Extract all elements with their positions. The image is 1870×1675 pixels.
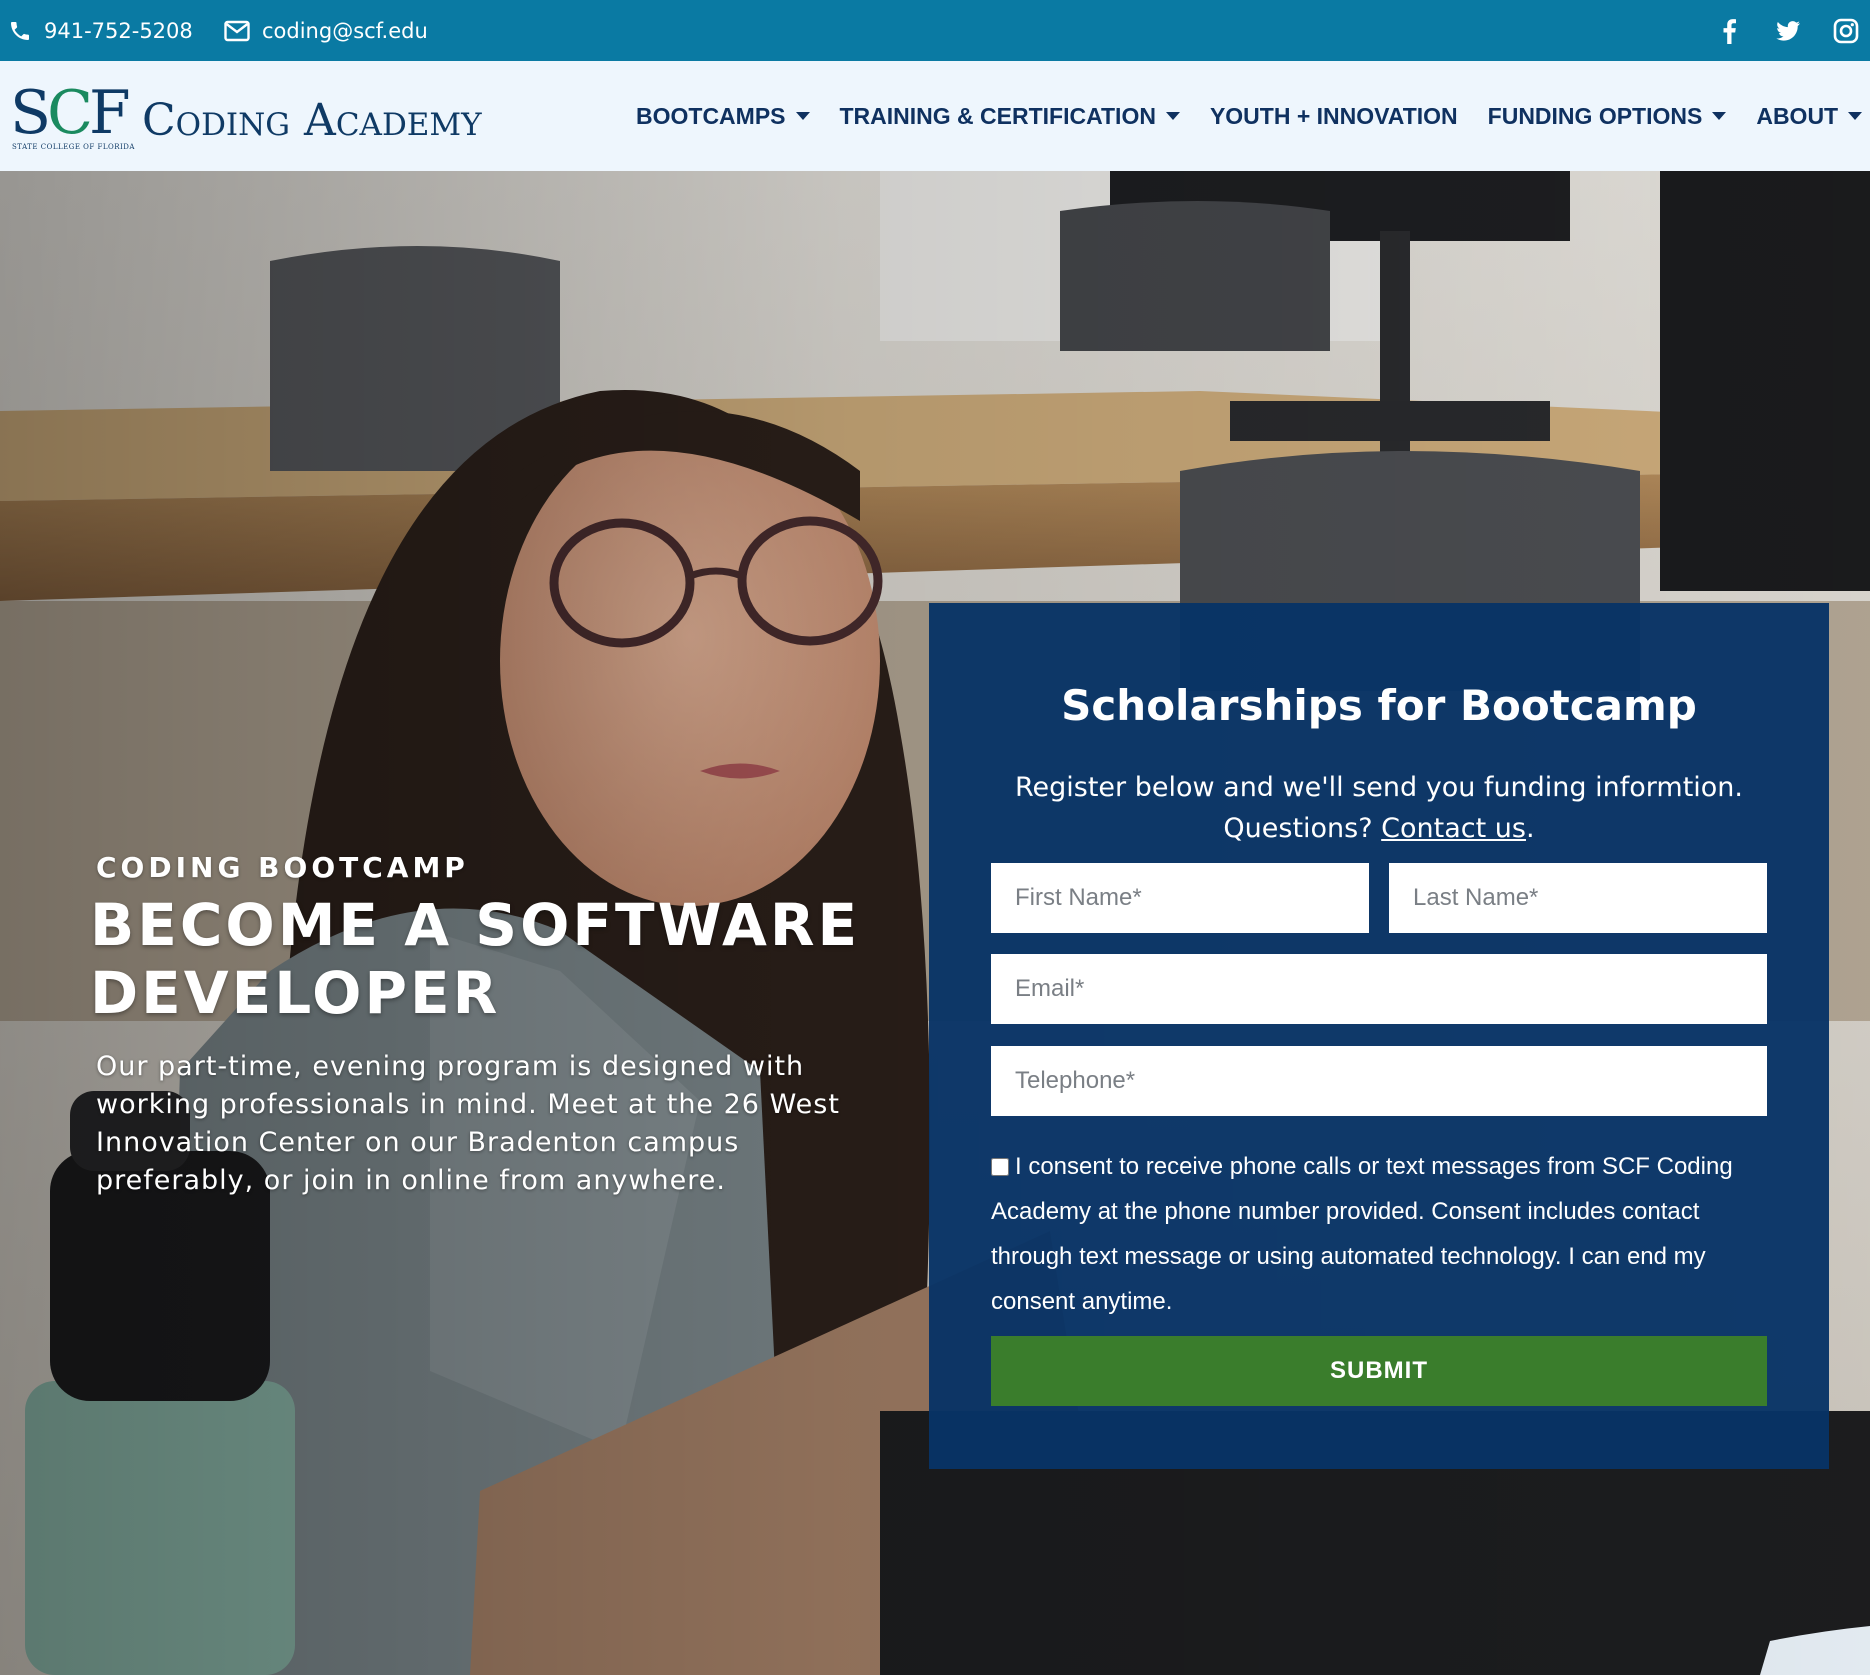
contact-us-link[interactable]: Contact us bbox=[1381, 813, 1526, 844]
main-nav: BOOTCAMPS TRAINING & CERTIFICATION YOUTH… bbox=[636, 61, 1870, 171]
caret-down-icon bbox=[795, 112, 810, 120]
caret-down-icon bbox=[1165, 112, 1180, 120]
envelope-icon bbox=[224, 20, 250, 42]
last-name-input[interactable] bbox=[1389, 863, 1767, 933]
nav-bootcamps[interactable]: BOOTCAMPS bbox=[636, 103, 810, 130]
logo-subtitle: STATE COLLEGE OF FLORIDA bbox=[12, 143, 135, 151]
phone-icon bbox=[8, 19, 32, 43]
instagram-icon[interactable] bbox=[1832, 17, 1860, 45]
consent-text: I consent to receive phone calls or text… bbox=[991, 1153, 1733, 1315]
social-links bbox=[1716, 0, 1860, 61]
scholarship-form-panel: Scholarships for Bootcamp Register below… bbox=[929, 603, 1829, 1469]
hero-description: Our part-time, evening program is design… bbox=[96, 1051, 840, 1196]
hero-eyebrow: CODING BOOTCAMP bbox=[96, 851, 469, 884]
form-subtitle: Register below and we'll send you fundin… bbox=[929, 767, 1829, 849]
nav-about[interactable]: ABOUT bbox=[1756, 102, 1863, 130]
nav-label: ABOUT bbox=[1756, 102, 1839, 129]
nav-funding-options[interactable]: FUNDING OPTIONS bbox=[1488, 103, 1727, 130]
form-subtitle-line2: Questions? Contact us. bbox=[929, 808, 1829, 849]
email-address: coding@scf.edu bbox=[262, 18, 428, 43]
caret-down-icon bbox=[1712, 112, 1727, 120]
phone-contact[interactable]: 941-752-5208 bbox=[8, 0, 193, 61]
subtitle-period: . bbox=[1525, 813, 1535, 844]
nav-label: YOUTH + INNOVATION bbox=[1209, 102, 1458, 129]
consent-checkbox[interactable] bbox=[991, 1158, 1009, 1176]
email-contact[interactable]: coding@scf.edu bbox=[224, 0, 428, 61]
email-input[interactable] bbox=[991, 954, 1767, 1024]
top-bar: 941-752-5208 coding@scf.edu bbox=[0, 0, 1870, 61]
nav-label: FUNDING OPTIONS bbox=[1487, 102, 1703, 129]
logo-mark: SCF bbox=[10, 78, 131, 148]
hero-headline: BECOME A SOFTWARE DEVELOPER bbox=[90, 891, 861, 1027]
form-subtitle-line1: Register below and we'll send you fundin… bbox=[1014, 772, 1744, 803]
submit-button[interactable]: SUBMIT bbox=[991, 1336, 1767, 1406]
nav-training-certification[interactable]: TRAINING & CERTIFICATION bbox=[840, 103, 1180, 130]
phone-number: 941-752-5208 bbox=[44, 18, 193, 43]
twitter-icon[interactable] bbox=[1774, 17, 1802, 45]
site-header: SCF STATE COLLEGE OF FLORIDA Coding Acad… bbox=[0, 61, 1870, 171]
nav-youth-innovation[interactable]: YOUTH + INNOVATION bbox=[1210, 103, 1458, 130]
nav-label: BOOTCAMPS bbox=[636, 102, 786, 129]
hero-section: CODING BOOTCAMP BECOME A SOFTWARE DEVELO… bbox=[0, 171, 1870, 1675]
questions-text: Questions? bbox=[1223, 813, 1373, 844]
caret-down-icon bbox=[1848, 112, 1863, 120]
logo-title: Coding Academy bbox=[142, 95, 482, 146]
telephone-input[interactable] bbox=[991, 1046, 1767, 1116]
first-name-input[interactable] bbox=[991, 863, 1369, 933]
site-logo[interactable]: SCF STATE COLLEGE OF FLORIDA Coding Acad… bbox=[10, 83, 530, 158]
nav-label: TRAINING & CERTIFICATION bbox=[839, 102, 1156, 129]
form-title: Scholarships for Bootcamp bbox=[1061, 681, 1697, 730]
facebook-icon[interactable] bbox=[1716, 17, 1744, 45]
consent-block: I consent to receive phone calls or text… bbox=[991, 1144, 1781, 1324]
